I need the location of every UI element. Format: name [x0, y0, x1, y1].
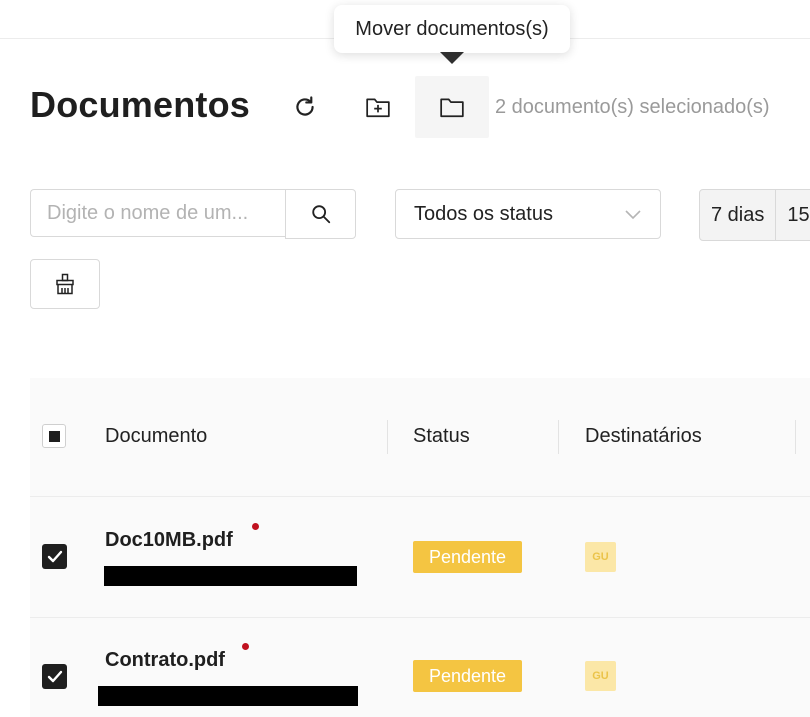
selected-count: 2 documento(s) selecionado(s)	[495, 96, 770, 118]
search-input[interactable]	[30, 189, 286, 237]
folder-icon	[440, 98, 464, 118]
move-folder-button[interactable]	[415, 76, 489, 138]
row-checkbox[interactable]	[42, 544, 67, 569]
unread-indicator	[242, 643, 249, 650]
refresh-icon	[296, 96, 314, 116]
documents-table: Documento Status Destinatários Doc10MB.p…	[30, 378, 810, 717]
checkmark-icon	[47, 670, 62, 682]
search-button[interactable]	[285, 189, 356, 239]
document-name[interactable]: Contrato.pdf	[105, 649, 225, 672]
column-separator	[558, 420, 559, 454]
tooltip-arrow	[440, 52, 464, 64]
status-select[interactable]: Todos os status	[395, 189, 661, 239]
recipient-avatar: GU	[585, 542, 616, 572]
indeterminate-mark	[49, 431, 60, 442]
search-icon	[311, 205, 330, 224]
tooltip-text: Mover documentos(s)	[355, 17, 549, 40]
page-title: Documentos	[30, 84, 251, 125]
status-select-value: Todos os status	[414, 202, 553, 225]
column-header-destinatarios[interactable]: Destinatários	[585, 425, 702, 448]
row-checkbox[interactable]	[42, 664, 67, 689]
column-separator	[795, 420, 796, 454]
redacted-text	[104, 566, 357, 586]
period-filter: 7 dias 15	[699, 189, 810, 241]
status-badge: Pendente	[413, 660, 522, 692]
column-header-status[interactable]: Status	[413, 425, 470, 448]
document-name[interactable]: Doc10MB.pdf	[105, 529, 233, 552]
table-row[interactable]: Doc10MB.pdf Pendente GU	[30, 498, 810, 618]
clear-filters-button[interactable]	[30, 259, 100, 309]
tooltip: Mover documentos(s)	[334, 5, 570, 53]
unread-indicator	[252, 523, 259, 530]
select-all-checkbox[interactable]	[42, 424, 66, 448]
column-header-documento[interactable]: Documento	[105, 425, 207, 448]
chevron-down-icon	[625, 210, 641, 220]
new-folder-button[interactable]	[341, 76, 415, 138]
status-badge: Pendente	[413, 541, 522, 573]
table-row[interactable]: Contrato.pdf Pendente GU	[30, 618, 810, 717]
new-folder-icon	[366, 98, 390, 118]
column-separator	[387, 420, 388, 454]
redacted-text	[98, 686, 358, 706]
broom-icon	[56, 273, 74, 295]
checkmark-icon	[47, 550, 62, 562]
recipient-avatar: GU	[585, 661, 616, 691]
table-header: Documento Status Destinatários	[30, 378, 810, 497]
refresh-button[interactable]	[268, 76, 342, 138]
period-option-7-days[interactable]: 7 dias	[699, 189, 777, 241]
period-option-15-days[interactable]: 15	[776, 189, 810, 241]
